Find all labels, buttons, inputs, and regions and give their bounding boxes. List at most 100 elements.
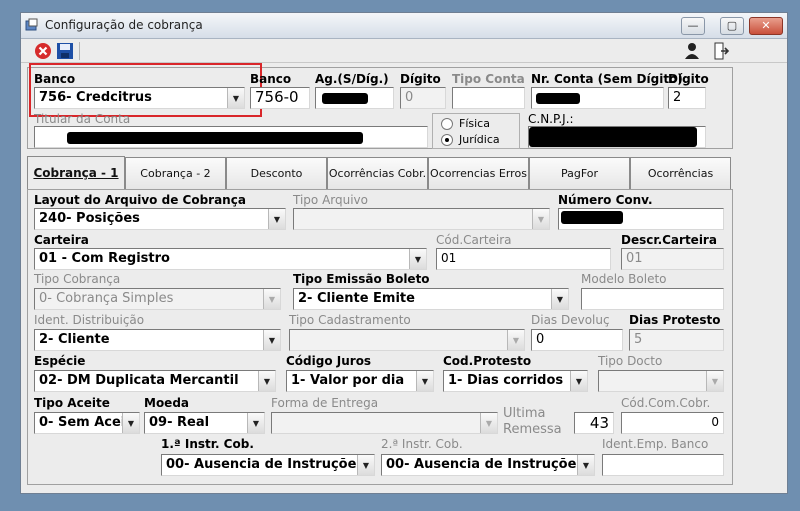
modelo-boleto-field[interactable]	[581, 288, 724, 310]
window-title: Configuração de cobrança	[45, 18, 203, 32]
layout-value: 240- Posições	[39, 211, 140, 226]
close-button[interactable]: ✕	[749, 17, 783, 35]
carteira-label: Carteira	[34, 233, 89, 247]
chevron-down-icon[interactable]: ▼	[258, 371, 275, 391]
chevron-down-icon[interactable]: ▼	[577, 455, 594, 475]
tab-ocorrencias-erros[interactable]: Ocorrencias Erros	[428, 157, 529, 189]
tipo-conta-field[interactable]	[452, 87, 525, 109]
tab-cobranca-1[interactable]: Cobrança - 1	[27, 156, 125, 189]
highlight-box	[29, 63, 262, 117]
maximize-button[interactable]: ▢	[720, 17, 744, 35]
dias-protesto-label: Dias Protesto	[629, 313, 721, 327]
digito2-field[interactable]: 2	[668, 87, 706, 109]
codigo-juros-select[interactable]: 1- Valor por dia ▼	[286, 370, 434, 392]
numero-conv-label: Número Conv.	[558, 193, 653, 207]
ident-distribuicao-value: 2- Cliente	[39, 332, 110, 347]
carteira-select[interactable]: 01 - Com Registro ▼	[34, 248, 427, 270]
redacted-block	[536, 93, 580, 104]
chevron-down-icon[interactable]: ▼	[268, 209, 285, 229]
tipo-cadastramento-select: ▼	[289, 329, 525, 351]
chevron-down-icon[interactable]: ▼	[357, 455, 374, 475]
chevron-down-icon[interactable]: ▼	[570, 371, 587, 391]
tab-pagfor[interactable]: PagFor	[529, 157, 630, 189]
instr1-value: 00- Ausencia de Instruções	[166, 457, 365, 472]
tipo-arquivo-select: ▼	[293, 208, 550, 230]
moeda-select[interactable]: 09- Real ▼	[144, 412, 265, 434]
instr1-label: 1.ª Instr. Cob.	[161, 437, 254, 451]
tipo-conta-label: Tipo Conta	[452, 72, 525, 86]
descr-carteira-label: Descr.Carteira	[621, 233, 717, 247]
descr-carteira-field: 01	[621, 248, 724, 270]
forma-entrega-select: ▼	[271, 412, 498, 434]
save-icon[interactable]	[55, 41, 75, 61]
chevron-down-icon: ▼	[263, 289, 280, 309]
chevron-down-icon: ▼	[507, 330, 524, 350]
toolbar-divider	[79, 42, 80, 60]
agencia-field[interactable]	[315, 87, 394, 109]
title-bar[interactable]: Configuração de cobrança — ▢ ✕	[21, 13, 787, 39]
tipo-docto-label: Tipo Docto	[598, 354, 663, 368]
ultima-label: Ultima	[503, 406, 546, 421]
tipo-cobranca-value: 0- Cobrança Simples	[39, 291, 174, 306]
tipo-aceite-value: 0- Sem Aceit	[39, 415, 132, 430]
carteira-value: 01 - Com Registro	[39, 251, 170, 266]
especie-select[interactable]: 02- DM Duplicata Mercantil ▼	[34, 370, 276, 392]
app-icon	[25, 18, 38, 31]
dias-devoluc-label: Dias Devoluç	[531, 313, 610, 327]
juridica-radio[interactable]	[441, 134, 453, 146]
tipo-cobranca-select: 0- Cobrança Simples ▼	[34, 288, 281, 310]
tab-ocorrencias-cobr[interactable]: Ocorrências Cobr.	[327, 157, 428, 189]
titular-label: Titular da Conta	[34, 112, 131, 126]
cod-protesto-select[interactable]: 1- Dias corridos ▼	[443, 370, 588, 392]
cnpj-field[interactable]	[528, 126, 706, 148]
tab-desconto[interactable]: Desconto	[226, 157, 327, 189]
ultima-remessa-field[interactable]: 43	[574, 412, 614, 434]
banco-code-label: Banco	[250, 72, 292, 86]
cod-com-cobr-label: Cód.Com.Cobr.	[621, 396, 711, 410]
chevron-down-icon[interactable]: ▼	[122, 413, 139, 433]
titular-field[interactable]	[34, 126, 428, 148]
chevron-down-icon[interactable]: ▼	[409, 249, 426, 269]
tipo-aceite-select[interactable]: 0- Sem Aceit ▼	[34, 412, 140, 434]
tab-ocorrencias-pagfor[interactable]: Ocorrências PagFor	[630, 157, 731, 212]
layout-select[interactable]: 240- Posições ▼	[34, 208, 286, 230]
cod-carteira-field[interactable]: 01	[436, 248, 611, 270]
configuracao-cobranca-window: Configuração de cobrança — ▢ ✕ Banco 756…	[20, 12, 788, 494]
dias-devoluc-field[interactable]: 0	[531, 329, 623, 351]
minimize-button[interactable]: —	[681, 17, 705, 35]
tipo-cadastramento-label: Tipo Cadastramento	[289, 313, 411, 327]
codigo-juros-label: Código Juros	[286, 354, 372, 368]
instr1-select[interactable]: 00- Ausencia de Instruções ▼	[161, 454, 375, 476]
chevron-down-icon[interactable]: ▼	[263, 330, 280, 350]
fisica-radio[interactable]	[441, 118, 453, 130]
layout-label: Layout do Arquivo de Cobrança	[34, 193, 246, 207]
cancel-icon[interactable]	[33, 41, 53, 61]
exit-icon[interactable]	[711, 41, 731, 61]
chevron-down-icon[interactable]: ▼	[247, 413, 264, 433]
chevron-down-icon[interactable]: ▼	[416, 371, 433, 391]
cod-com-cobr-field[interactable]: 0	[621, 412, 724, 434]
tab-cobranca-2[interactable]: Cobrança - 2	[125, 157, 226, 189]
instr2-select[interactable]: 00- Ausencia de Instruções ▼	[381, 454, 595, 476]
tipo-aceite-label: Tipo Aceite	[34, 396, 110, 410]
tipo-docto-select: ▼	[598, 370, 724, 392]
fisica-label: Física	[459, 117, 490, 130]
tipo-cobranca-label: Tipo Cobrança	[34, 272, 121, 286]
ident-distribuicao-select[interactable]: 2- Cliente ▼	[34, 329, 281, 351]
cod-protesto-value: 1- Dias corridos	[448, 373, 564, 388]
ident-emp-banco-field[interactable]	[602, 454, 724, 476]
user-icon[interactable]	[682, 41, 702, 61]
agencia-label: Ag.(S/Díg.)	[315, 72, 389, 86]
ident-distribuicao-label: Ident. Distribuição	[34, 313, 145, 327]
modelo-boleto-label: Modelo Boleto	[581, 272, 667, 286]
redacted-block	[561, 211, 623, 224]
instr2-value: 00- Ausencia de Instruções	[386, 457, 585, 472]
tipo-emissao-select[interactable]: 2- Cliente Emite ▼	[293, 288, 569, 310]
numero-conv-field[interactable]	[558, 208, 724, 230]
nr-conta-field[interactable]	[531, 87, 664, 109]
banco-code-field: 756-0	[250, 87, 310, 109]
remessa-label: Remessa	[503, 422, 562, 437]
instr2-label: 2.ª Instr. Cob.	[381, 437, 463, 451]
especie-label: Espécie	[34, 354, 86, 368]
chevron-down-icon[interactable]: ▼	[551, 289, 568, 309]
